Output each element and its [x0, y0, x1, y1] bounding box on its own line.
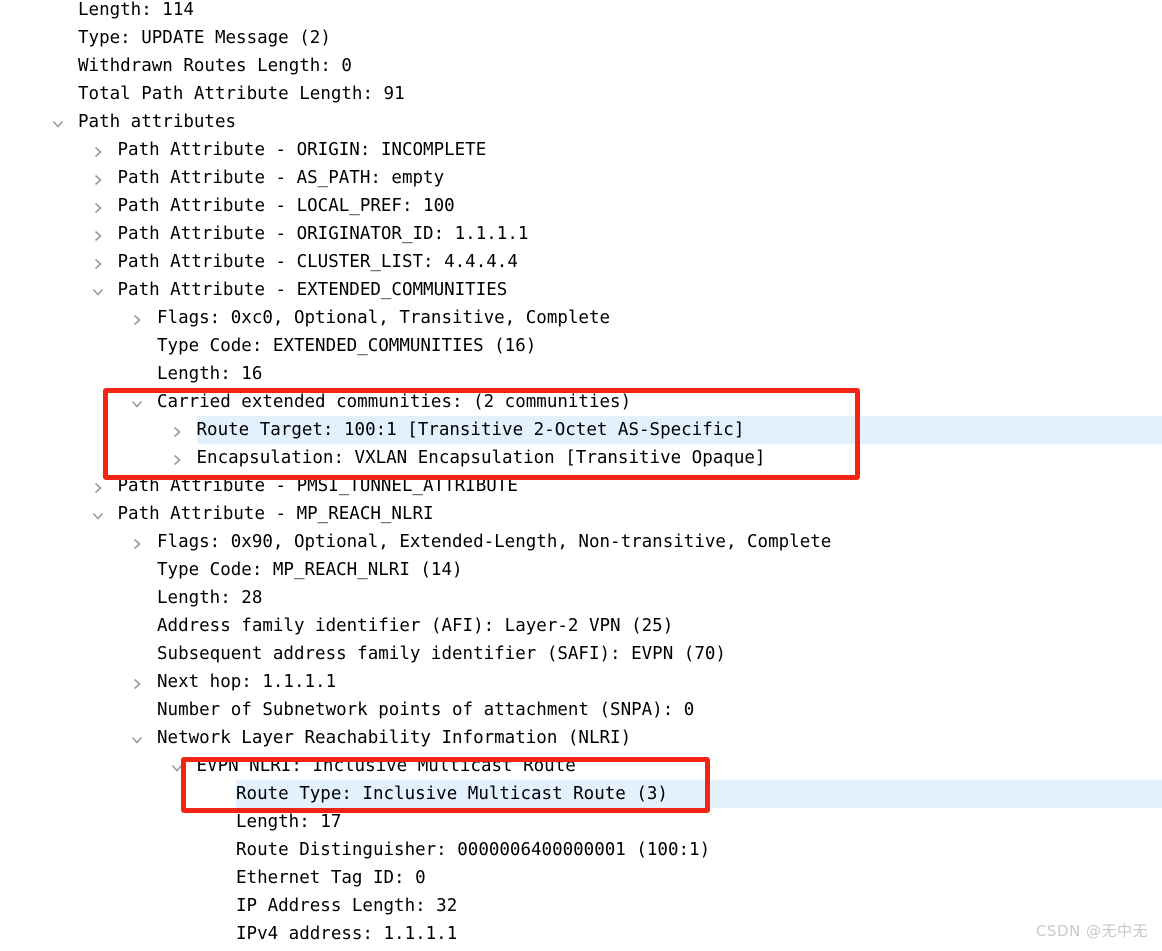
row-selection-band: [157, 360, 1162, 388]
tree-row-label: EVPN NLRI: Inclusive Multicast Route: [196, 756, 576, 776]
tree-row-label: Path Attribute - LOCAL_PREF: 100: [117, 196, 455, 216]
chevron-down-icon[interactable]: [88, 276, 108, 304]
chevron-right-icon[interactable]: [167, 416, 187, 444]
tree-row[interactable]: Total Path Attribute Length: 91: [0, 80, 1162, 108]
tree-row[interactable]: Path Attribute - AS_PATH: empty: [0, 164, 1162, 192]
chevron-right-icon[interactable]: [88, 192, 108, 220]
chevron-right-icon[interactable]: [88, 164, 108, 192]
tree-row-label: Path Attribute - ORIGIN: INCOMPLETE: [117, 140, 487, 160]
tree-row[interactable]: Path Attribute - CLUSTER_LIST: 4.4.4.4: [0, 248, 1162, 276]
tree-row[interactable]: Withdrawn Routes Length: 0: [0, 52, 1162, 80]
tree-row-label: Path Attribute - EXTENDED_COMMUNITIES: [117, 280, 508, 300]
chevron-right-icon[interactable]: [88, 472, 108, 500]
tree-row[interactable]: Length: 114: [0, 0, 1162, 24]
tree-row-label: Length: 114: [78, 0, 194, 20]
tree-row[interactable]: Route Type: Inclusive Multicast Route (3…: [0, 780, 1162, 808]
tree-row[interactable]: EVPN NLRI: Inclusive Multicast Route: [0, 752, 1162, 780]
chevron-right-icon[interactable]: [88, 248, 108, 276]
watermark: CSDN @无中无: [1035, 922, 1148, 940]
tree-row[interactable]: Type Code: MP_REACH_NLRI (14): [0, 556, 1162, 584]
tree-row[interactable]: Length: 28: [0, 584, 1162, 612]
tree-row-label: Length: 28: [157, 588, 263, 608]
tree-row-label: Path Attribute - MP_REACH_NLRI: [117, 504, 434, 524]
tree-row[interactable]: Type: UPDATE Message (2): [0, 24, 1162, 52]
chevron-right-icon[interactable]: [167, 444, 187, 472]
tree-row[interactable]: IP Address Length: 32: [0, 892, 1162, 920]
packet-detail-tree[interactable]: Length: 114 Type: UPDATE Message (2) Withd…: [0, 0, 1162, 951]
tree-row-label: Path Attribute - AS_PATH: empty: [117, 168, 445, 188]
tree-row-label: Network Layer Reachability Information (…: [157, 728, 632, 748]
tree-row[interactable]: Carried extended communities: (2 communi…: [0, 388, 1162, 416]
tree-row-label: Path attributes: [78, 112, 237, 132]
tree-row-label: Address family identifier (AFI): Layer-2…: [157, 616, 674, 636]
tree-row[interactable]: Ethernet Tag ID: 0: [0, 864, 1162, 892]
tree-row[interactable]: Flags: 0x90, Optional, Extended-Length, …: [0, 528, 1162, 556]
tree-row[interactable]: Type Code: EXTENDED_COMMUNITIES (16): [0, 332, 1162, 360]
tree-row[interactable]: Path attributes: [0, 108, 1162, 136]
tree-row[interactable]: Length: 17: [0, 808, 1162, 836]
row-selection-band: [78, 0, 1162, 24]
chevron-right-icon[interactable]: [88, 136, 108, 164]
tree-row[interactable]: Address family identifier (AFI): Layer-2…: [0, 612, 1162, 640]
tree-row[interactable]: Flags: 0xc0, Optional, Transitive, Compl…: [0, 304, 1162, 332]
chevron-right-icon[interactable]: [127, 528, 147, 556]
tree-row-label: Flags: 0x90, Optional, Extended-Length, …: [157, 532, 832, 552]
tree-row[interactable]: Path Attribute - PMSI_TUNNEL_ATTRIBUTE: [0, 472, 1162, 500]
tree-row-label: IPv4 address: 1.1.1.1: [236, 924, 458, 944]
row-selection-band: [236, 808, 1162, 836]
chevron-down-icon[interactable]: [88, 500, 108, 528]
chevron-down-icon[interactable]: [127, 724, 147, 752]
tree-row-label: Flags: 0xc0, Optional, Transitive, Compl…: [157, 308, 611, 328]
chevron-right-icon[interactable]: [127, 304, 147, 332]
tree-row[interactable]: Next hop: 1.1.1.1: [0, 668, 1162, 696]
tree-row-label: Encapsulation: VXLAN Encapsulation [Tran…: [196, 448, 766, 468]
tree-row-label: Path Attribute - CLUSTER_LIST: 4.4.4.4: [117, 252, 518, 272]
tree-row[interactable]: Subsequent address family identifier (SA…: [0, 640, 1162, 668]
tree-row[interactable]: Number of Subnetwork points of attachmen…: [0, 696, 1162, 724]
tree-row-label: Total Path Attribute Length: 91: [78, 84, 405, 104]
tree-row-label: Route Distinguisher: 0000006400000001 (1…: [236, 840, 711, 860]
tree-row-label: Type Code: EXTENDED_COMMUNITIES (16): [157, 336, 537, 356]
tree-row-label: Number of Subnetwork points of attachmen…: [157, 700, 695, 720]
tree-row-label: Route Type: Inclusive Multicast Route (3…: [236, 784, 668, 804]
tree-row-label: Subsequent address family identifier (SA…: [157, 644, 726, 664]
tree-row-label: Type: UPDATE Message (2): [78, 28, 331, 48]
tree-row[interactable]: Path Attribute - ORIGIN: INCOMPLETE: [0, 136, 1162, 164]
tree-row[interactable]: Network Layer Reachability Information (…: [0, 724, 1162, 752]
chevron-down-icon[interactable]: [48, 108, 68, 136]
tree-row-label: IP Address Length: 32: [236, 896, 458, 916]
tree-row-label: Route Target: 100:1 [Transitive 2-Octet …: [196, 420, 745, 440]
chevron-down-icon[interactable]: [127, 388, 147, 416]
chevron-right-icon[interactable]: [88, 220, 108, 248]
tree-row-label: Length: 17: [236, 812, 342, 832]
chevron-right-icon[interactable]: [127, 668, 147, 696]
tree-row[interactable]: Path Attribute - ORIGINATOR_ID: 1.1.1.1: [0, 220, 1162, 248]
tree-row[interactable]: Path Attribute - LOCAL_PREF: 100: [0, 192, 1162, 220]
tree-row[interactable]: Encapsulation: VXLAN Encapsulation [Tran…: [0, 444, 1162, 472]
tree-row-label: Path Attribute - ORIGINATOR_ID: 1.1.1.1: [117, 224, 529, 244]
tree-row-label: Path Attribute - PMSI_TUNNEL_ATTRIBUTE: [117, 476, 518, 496]
tree-row-label: Carried extended communities: (2 communi…: [157, 392, 632, 412]
tree-row-label: Withdrawn Routes Length: 0: [78, 56, 352, 76]
tree-row[interactable]: Path Attribute - MP_REACH_NLRI: [0, 500, 1162, 528]
tree-row-label: Length: 16: [157, 364, 263, 384]
tree-row-label: Ethernet Tag ID: 0: [236, 868, 426, 888]
chevron-down-icon[interactable]: [167, 752, 187, 780]
tree-row[interactable]: Length: 16: [0, 360, 1162, 388]
row-selection-band: [78, 108, 1162, 136]
tree-row[interactable]: IPv4 address: 1.1.1.1: [0, 920, 1162, 948]
row-selection-band: [157, 584, 1162, 612]
tree-row[interactable]: Route Distinguisher: 0000006400000001 (1…: [0, 836, 1162, 864]
tree-row-label: Type Code: MP_REACH_NLRI (14): [157, 560, 463, 580]
tree-row[interactable]: Path Attribute - EXTENDED_COMMUNITIES: [0, 276, 1162, 304]
tree-row[interactable]: Route Target: 100:1 [Transitive 2-Octet …: [0, 416, 1162, 444]
tree-row-label: Next hop: 1.1.1.1: [157, 672, 337, 692]
